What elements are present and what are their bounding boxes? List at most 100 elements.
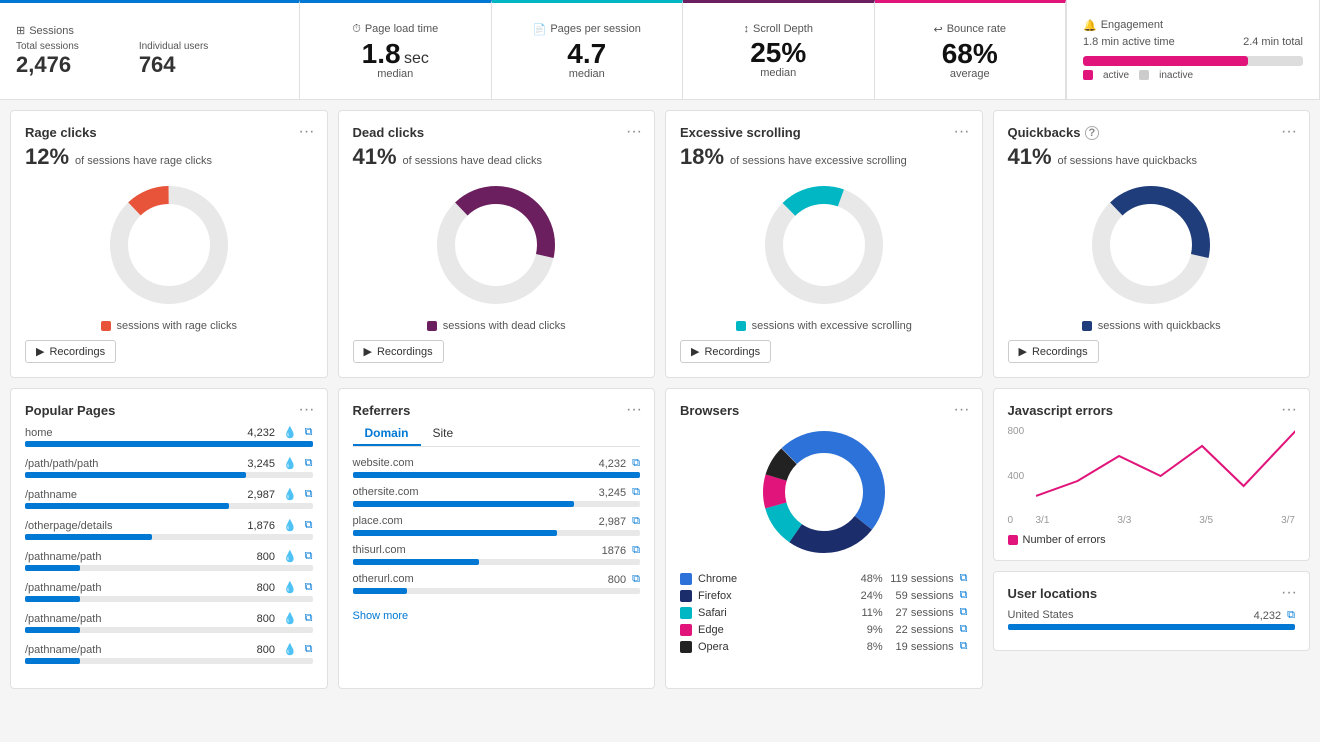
js-errors-y-800: 800 [1008,426,1032,437]
popular-pages-list: home 4,232 💧 ⧉ /path/path/path 3,245 💧 ⧉… [25,426,313,664]
scroll-depth-value-row: 25% [750,39,806,67]
browser-link-icon[interactable]: ⧉ [960,606,968,619]
browser-color-dot [680,573,692,585]
browser-pct: 11% [853,607,883,619]
quickbacks-more[interactable]: ··· [1281,123,1297,141]
link-icon[interactable]: ⧉ [305,612,313,625]
bounce-rate-section: ↩ Bounce rate 68% average [875,0,1067,99]
link-icon[interactable]: ⧉ [305,488,313,501]
engagement-total-label: 2.4 min total [1243,36,1303,48]
browser-link-icon[interactable]: ⧉ [960,572,968,585]
list-item: /path/path/path 3,245 💧 ⧉ [25,457,313,478]
browsers-list: Chrome 48% 119 sessions ⧉ Firefox 24% 59… [680,572,968,653]
inactive-legend-dot [1139,70,1149,80]
ref-bar-fill [353,472,641,478]
excessive-scrolling-legend-label: sessions with excessive scrolling [752,320,912,332]
scroll-depth-section: ↕ Scroll Depth 25% median [683,0,875,99]
browser-color-dot [680,641,692,653]
top-bar: ⊞ Sessions Total sessions 2,476 Individu… [0,0,1320,100]
browser-link-icon[interactable]: ⧉ [960,623,968,636]
ref-bar [353,559,641,565]
list-item: website.com 4,232 ⧉ [353,457,641,478]
page-load-value-row: 1.8 sec [362,40,429,68]
water-drop-icon[interactable]: 💧 [283,550,297,563]
pages-per-session-header: 📄 Pages per session [533,23,641,36]
right-col: Javascript errors ··· 800 400 0 3/1 3/3 … [993,388,1311,689]
dead-clicks-more[interactable]: ··· [626,123,642,141]
sessions-tab-header[interactable]: ⊞ Sessions [16,24,283,37]
water-drop-icon[interactable]: 💧 [283,612,297,625]
browsers-donut-chart [680,422,968,562]
dead-clicks-recordings-btn[interactable]: ▶ Recordings [353,340,444,363]
page-bar [25,503,313,509]
ref-link-icon[interactable]: ⧉ [632,515,640,528]
browser-sessions: 27 sessions [889,607,954,619]
water-drop-icon[interactable]: 💧 [283,519,297,532]
referrers-tab-site[interactable]: Site [421,422,466,446]
ref-link-icon[interactable]: ⧉ [632,486,640,499]
js-errors-x-1: 3/1 [1036,515,1050,526]
excessive-scrolling-more[interactable]: ··· [954,123,970,141]
link-icon[interactable]: ⧉ [305,519,313,532]
rage-clicks-recordings-label: Recordings [49,346,105,358]
page-name-row: home 4,232 💧 ⧉ [25,426,313,439]
link-icon[interactable]: ⧉ [305,643,313,656]
browser-link-icon[interactable]: ⧉ [960,589,968,602]
page-load-value: 1.8 [362,38,401,69]
rage-clicks-legend: sessions with rage clicks [25,320,313,332]
link-icon[interactable]: ⧉ [305,581,313,594]
water-drop-icon[interactable]: 💧 [283,581,297,594]
water-drop-icon[interactable]: 💧 [283,488,297,501]
bounce-rate-label: Bounce rate [947,23,1006,35]
ref-bar-fill [353,530,557,536]
ref-link-icon[interactable]: ⧉ [632,544,640,557]
quickbacks-recordings-btn[interactable]: ▶ Recordings [1008,340,1099,363]
quickbacks-desc: of sessions have quickbacks [1058,155,1197,167]
browser-link-icon[interactable]: ⧉ [960,640,968,653]
referrers-tab-domain[interactable]: Domain [353,422,421,446]
js-errors-more[interactable]: ··· [1281,401,1297,419]
ref-value: 800 [608,574,626,586]
total-sessions-value: 2,476 [16,52,79,78]
rage-clicks-legend-sq [101,321,111,331]
show-more-btn[interactable]: Show more [353,610,409,622]
engagement-bar-row [1083,56,1303,66]
recordings-icon-3: ▶ [691,345,699,358]
page-name-text: /path/path/path [25,458,98,470]
rage-clicks-title: Rage clicks [25,125,313,140]
rage-clicks-desc: of sessions have rage clicks [75,155,212,167]
list-item: /pathname/path 800 💧 ⧉ [25,581,313,602]
excessive-scrolling-recordings-btn[interactable]: ▶ Recordings [680,340,771,363]
page-value: 2,987 [247,489,275,501]
water-drop-icon[interactable]: 💧 [283,426,297,439]
browsers-card: Browsers ··· Chrome 48% 119 sessions [665,388,983,689]
excessive-scrolling-card: Excessive scrolling ··· 18% of sessions … [665,110,983,378]
quickbacks-info-icon: ? [1085,126,1100,140]
user-locations-more[interactable]: ··· [1281,584,1297,602]
ref-value: 3,245 [599,487,627,499]
js-errors-card: Javascript errors ··· 800 400 0 3/1 3/3 … [993,388,1311,561]
browser-sessions: 19 sessions [889,641,954,653]
referrers-more[interactable]: ··· [626,401,642,419]
js-errors-title: Javascript errors [1008,403,1296,418]
link-icon[interactable]: ⧉ [305,426,313,439]
browsers-more[interactable]: ··· [954,401,970,419]
ref-name-row: place.com 2,987 ⧉ [353,515,641,528]
ref-link-icon[interactable]: ⧉ [632,457,640,470]
link-icon[interactable]: ⧉ [305,550,313,563]
page-value: 4,232 [247,427,275,439]
ref-link-icon[interactable]: ⧉ [632,573,640,586]
popular-pages-more[interactable]: ··· [299,401,315,419]
rage-clicks-more[interactable]: ··· [299,123,315,141]
link-icon[interactable]: ⧉ [305,457,313,470]
page-bar [25,441,313,447]
total-sessions: Total sessions 2,476 [16,41,79,78]
recordings-icon-4: ▶ [1019,345,1027,358]
page-value: 3,245 [247,458,275,470]
browser-sessions: 22 sessions [889,624,954,636]
ref-name-row: otherurl.com 800 ⧉ [353,573,641,586]
location-link-icon[interactable]: ⧉ [1287,609,1295,622]
water-drop-icon[interactable]: 💧 [283,457,297,470]
water-drop-icon[interactable]: 💧 [283,643,297,656]
rage-clicks-recordings-btn[interactable]: ▶ Recordings [25,340,116,363]
